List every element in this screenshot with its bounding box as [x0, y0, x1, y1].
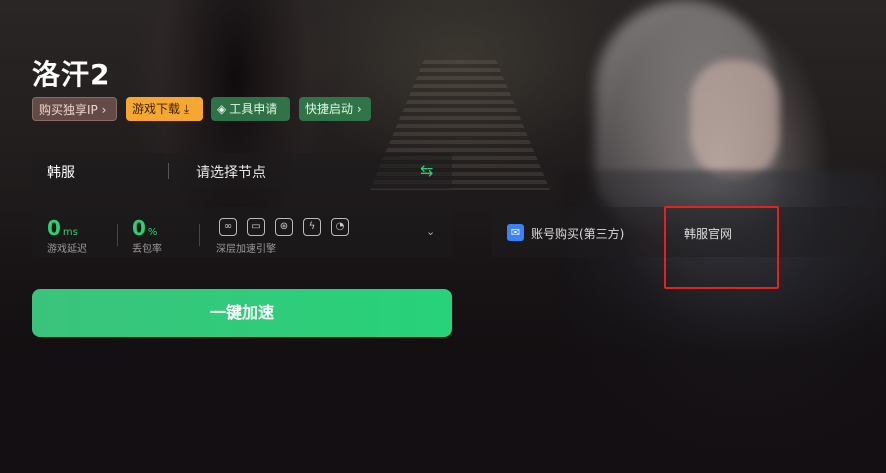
loss-unit: %: [147, 227, 158, 238]
buy-account-link[interactable]: 账号购买(第三方): [531, 225, 624, 242]
quick-launch-label: 快捷启动: [305, 102, 354, 116]
server-region[interactable]: 韩服: [47, 162, 75, 182]
speedometer-engine-icon[interactable]: ◔: [331, 218, 349, 236]
server-node-selector[interactable]: 韩服 请选择节点 ⇆: [32, 153, 452, 189]
highlight-box: [664, 206, 779, 289]
chevron-right-icon: ›: [356, 102, 362, 116]
latency-label: 游戏延迟: [47, 244, 87, 255]
cube-icon: ◈: [217, 102, 227, 116]
game-title: 洛汗2: [32, 58, 111, 91]
swap-icon[interactable]: ⇆: [420, 161, 433, 180]
screen-engine-icon[interactable]: ▭: [247, 218, 265, 236]
latency-unit: ms: [62, 227, 78, 238]
shopping-icon: ✉: [507, 224, 524, 241]
quick-launch-button[interactable]: 快捷启动 ›: [299, 97, 371, 121]
buy-exclusive-ip-label: 购买独享IP: [39, 103, 98, 117]
chevron-down-icon[interactable]: ⌄: [426, 225, 435, 238]
latency-value-display: 0 ms: [47, 216, 78, 240]
divider: [199, 224, 200, 246]
route-engine-icon[interactable]: ⊛: [275, 218, 293, 236]
divider: [168, 163, 169, 179]
lightning-engine-icon[interactable]: ϟ: [303, 218, 321, 236]
acceleration-stats-panel: 0 ms 游戏延迟 0% 丢包率 ∞ ▭ ⊛ ϟ ◔ 深层加速引擎 ⌄: [32, 207, 452, 257]
engine-label: 深层加速引擎: [216, 244, 276, 255]
link-engine-icon[interactable]: ∞: [219, 218, 237, 236]
loss-label: 丢包率: [132, 244, 162, 255]
buy-exclusive-ip-button[interactable]: 购买独享IP ›: [32, 97, 117, 121]
tool-apply-button[interactable]: ◈ 工具申请: [211, 97, 290, 121]
loss-value: 0: [132, 216, 146, 240]
game-download-label: 游戏下载: [132, 102, 181, 116]
tool-apply-label: 工具申请: [229, 102, 278, 116]
game-download-button[interactable]: 游戏下载 ⤓: [126, 97, 203, 121]
chevron-right-icon: ›: [101, 103, 107, 117]
node-select[interactable]: 请选择节点: [196, 162, 266, 182]
one-click-boost-button[interactable]: 一键加速: [32, 289, 452, 337]
latency-value: 0: [47, 216, 61, 240]
divider: [117, 224, 118, 246]
loss-value-display: 0%: [132, 216, 157, 240]
download-icon: ⤓: [183, 102, 190, 116]
